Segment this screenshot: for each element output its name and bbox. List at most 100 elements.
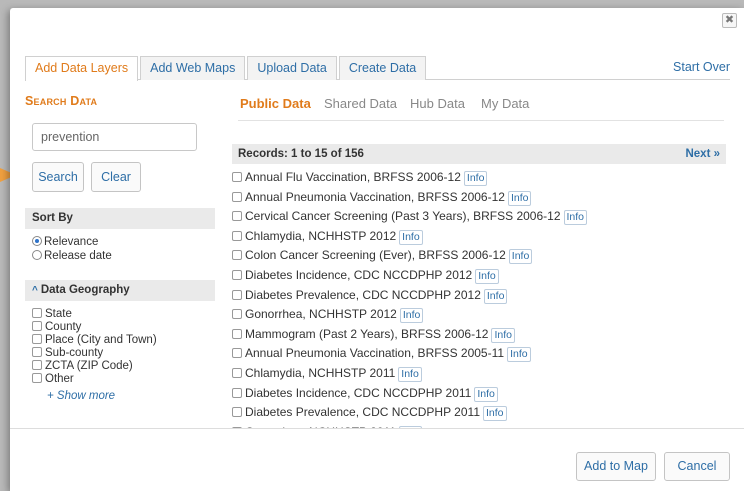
checkbox-icon [32, 360, 42, 370]
info-button[interactable]: Info [508, 249, 533, 265]
sort-relevance[interactable]: Relevance [32, 235, 98, 249]
checkbox-icon[interactable] [232, 250, 242, 261]
sort-by-heading: Sort By [25, 208, 215, 229]
geo-label: County [45, 321, 82, 333]
result-title: Diabetes Prevalence, CDC NCCDPHP 2011 [245, 405, 480, 420]
geo-county[interactable]: County [32, 320, 81, 334]
geo-place[interactable]: Place (City and Town) [32, 333, 157, 347]
info-button[interactable]: Info [563, 210, 588, 226]
geo-other[interactable]: Other [32, 372, 74, 386]
tab-create-data[interactable]: Create Data [338, 56, 427, 80]
geo-label: Sub-county [45, 347, 104, 359]
tab-shared-data[interactable]: Shared Data [324, 96, 397, 111]
list-item[interactable]: Diabetes Prevalence, CDC NCCDPHP 2011 Inf… [232, 403, 726, 423]
checkbox-icon[interactable] [232, 289, 242, 300]
checkbox-icon[interactable] [232, 309, 242, 320]
result-title: Annual Flu Vaccination, BRFSS 2006-12 [245, 170, 461, 184]
checkbox-icon[interactable] [232, 348, 242, 359]
next-page-link[interactable]: Next » [685, 144, 720, 164]
geo-label: ZCTA (ZIP Code) [45, 360, 133, 372]
add-data-dialog: ✖ Add Data Layers Add Web Maps Upload Da… [10, 8, 744, 491]
search-panel: Search Data Search Clear Sort By Relevan… [25, 94, 215, 424]
close-icon[interactable]: ✖ [722, 13, 737, 28]
search-input[interactable] [32, 123, 197, 151]
info-button[interactable]: Info [474, 386, 498, 402]
checkbox-icon[interactable] [232, 269, 242, 280]
list-item[interactable]: Annual Pneumonia Vaccination, BRFSS 2005… [232, 344, 726, 364]
info-button[interactable]: Info [483, 406, 507, 422]
tab-add-web-maps[interactable]: Add Web Maps [140, 56, 246, 80]
checkbox-icon [32, 373, 42, 383]
info-button[interactable]: Info [507, 190, 532, 206]
list-item[interactable]: Chlamydia, NCHHSTP 2011 Info [232, 364, 726, 384]
result-title: Annual Pneumonia Vaccination, BRFSS 2005… [245, 346, 505, 361]
chevron-up-icon: ^ [32, 285, 38, 296]
list-item[interactable]: Diabetes Incidence, CDC NCCDPHP 2011 Info [232, 384, 726, 404]
dialog-footer: Add to Map Cancel [10, 428, 744, 491]
clear-button[interactable]: Clear [91, 162, 141, 192]
tab-upload-data[interactable]: Upload Data [247, 56, 337, 80]
checkbox-icon[interactable] [232, 387, 242, 398]
geo-label: Place (City and Town) [45, 334, 157, 346]
checkbox-icon[interactable] [232, 328, 242, 339]
sort-relevance-label: Relevance [44, 236, 99, 248]
result-title: Mammogram (Past 2 Years), BRFSS 2006-12 [245, 326, 489, 341]
geo-state[interactable]: State [32, 307, 72, 321]
search-button[interactable]: Search [32, 162, 84, 192]
cancel-button[interactable]: Cancel [664, 452, 730, 481]
list-item[interactable]: Chlamydia, NCHHSTP 2012 Info [232, 227, 726, 247]
geo-zcta[interactable]: ZCTA (ZIP Code) [32, 359, 133, 373]
geo-label: State [45, 308, 72, 320]
checkbox-icon[interactable] [232, 211, 242, 222]
tab-add-data-layers[interactable]: Add Data Layers [25, 56, 139, 81]
info-button[interactable]: Info [399, 308, 424, 324]
info-button[interactable]: Info [507, 347, 531, 363]
list-item[interactable]: Diabetes Incidence, CDC NCCDPHP 2012 Info [232, 266, 726, 286]
checkbox-icon [32, 321, 42, 331]
result-title: Chlamydia, NCHHSTP 2011 [245, 365, 396, 380]
main-tabs: Add Data Layers Add Web Maps Upload Data… [25, 56, 730, 81]
list-item[interactable]: Gonorrhea, NCHHSTP 2012 Info [232, 305, 726, 325]
result-title: Annual Pneumonia Vaccination, BRFSS 2006… [245, 189, 505, 204]
info-button[interactable]: Info [483, 288, 508, 304]
info-button[interactable]: Info [463, 171, 488, 186]
tab-hub-data[interactable]: Hub Data [410, 96, 465, 111]
result-title: Diabetes Prevalence, CDC NCCDPHP 2012 [245, 287, 481, 302]
tab-public-data[interactable]: Public Data [240, 96, 311, 111]
checkbox-icon[interactable] [232, 407, 242, 418]
checkbox-icon [32, 347, 42, 357]
list-item[interactable]: Mammogram (Past 2 Years), BRFSS 2006-12 I… [232, 325, 726, 345]
list-item[interactable]: Cervical Cancer Screening (Past 3 Years)… [232, 207, 726, 227]
sort-release-date-label: Release date [44, 250, 112, 262]
checkbox-icon[interactable] [232, 230, 242, 241]
records-bar: Records: 1 to 15 of 156 Next » [232, 144, 726, 164]
data-geography-heading[interactable]: ^ Data Geography [25, 280, 215, 301]
result-title: Chlamydia, NCHHSTP 2012 [245, 228, 397, 243]
checkbox-icon [32, 334, 42, 344]
sort-release-date[interactable]: Release date [32, 249, 112, 263]
tab-my-data[interactable]: My Data [481, 96, 529, 111]
radio-selected-icon [32, 236, 42, 246]
add-to-map-button[interactable]: Add to Map [576, 452, 656, 481]
search-data-title: Search Data [25, 94, 98, 108]
start-over-link[interactable]: Start Over [673, 60, 730, 74]
checkbox-icon[interactable] [232, 191, 242, 202]
checkbox-icon[interactable] [232, 172, 242, 182]
result-title: Diabetes Incidence, CDC NCCDPHP 2011 [245, 385, 472, 400]
info-button[interactable]: Info [491, 327, 515, 343]
result-title: Cervical Cancer Screening (Past 3 Years)… [245, 209, 561, 224]
data-source-tabs: Public Data Shared Data Hub Data My Data [238, 96, 724, 121]
list-item[interactable]: Annual Flu Vaccination, BRFSS 2006-12 Inf… [232, 168, 726, 188]
geo-sub-county[interactable]: Sub-county [32, 346, 103, 360]
list-item[interactable]: Annual Pneumonia Vaccination, BRFSS 2006… [232, 188, 726, 208]
radio-icon [32, 250, 42, 260]
info-button[interactable]: Info [475, 268, 499, 284]
result-title: Gonorrhea, NCHHSTP 2012 [245, 307, 397, 322]
info-button[interactable]: Info [399, 229, 423, 245]
info-button[interactable]: Info [398, 366, 422, 382]
show-more-link[interactable]: + Show more [47, 390, 115, 402]
list-item[interactable]: Colon Cancer Screening (Ever), BRFSS 200… [232, 246, 726, 266]
list-item[interactable]: Diabetes Prevalence, CDC NCCDPHP 2012 Inf… [232, 286, 726, 306]
checkbox-icon[interactable] [232, 367, 242, 378]
data-geography-label: Data Geography [40, 284, 130, 296]
